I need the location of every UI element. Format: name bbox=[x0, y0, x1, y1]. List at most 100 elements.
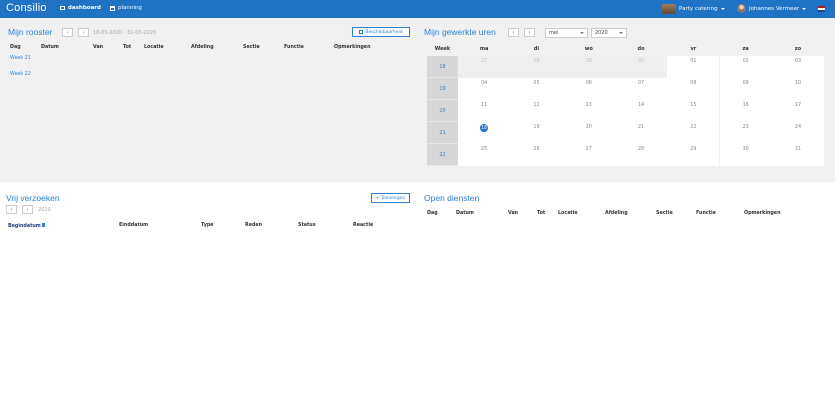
user-menu[interactable]: Johannes Vermeer bbox=[737, 4, 807, 13]
verzoeken-title: Vrij verzoeken bbox=[6, 193, 60, 203]
diensten-col-sectie: Sectie bbox=[656, 211, 673, 216]
cal-day-cell[interactable]: 13 bbox=[562, 100, 615, 122]
cal-day-number: 07 bbox=[637, 81, 645, 86]
verzoeken-col-begindatum[interactable]: Begindatum bbox=[8, 223, 45, 229]
verzoeken-col-einddatum[interactable]: Einddatum bbox=[119, 223, 148, 228]
cal-day-cell[interactable]: 09 bbox=[719, 78, 772, 100]
chevron-down-icon bbox=[802, 7, 807, 10]
verzoeken-col-reactie[interactable]: Reactie bbox=[353, 223, 373, 228]
rooster-col-dag: Dag bbox=[10, 45, 21, 50]
cal-day-number: 26 bbox=[533, 147, 540, 152]
cal-day-cell[interactable]: 26 bbox=[510, 144, 563, 166]
cal-day-header: ma bbox=[479, 46, 489, 52]
cal-day-number: 04 bbox=[481, 81, 488, 86]
cal-day-cell[interactable]: 27 bbox=[562, 144, 615, 166]
cal-day-number: 27 bbox=[481, 59, 488, 64]
cal-day-number: 27 bbox=[585, 147, 592, 152]
cal-day-number: 23 bbox=[742, 125, 749, 130]
flag-nl-icon[interactable] bbox=[818, 6, 825, 12]
rooster-next-button[interactable]: › bbox=[78, 28, 89, 37]
sort-icon bbox=[41, 223, 45, 227]
cal-day-cell[interactable]: 03 bbox=[771, 56, 825, 78]
verzoeken-col-reden[interactable]: Reden bbox=[245, 223, 262, 228]
diensten-col-afdeling: Afdeling bbox=[605, 211, 628, 216]
rooster-week-21[interactable]: Week 21 bbox=[10, 56, 31, 61]
verzoeken-col-status[interactable]: Status bbox=[298, 223, 316, 228]
year-select[interactable]: 2020 bbox=[591, 28, 627, 38]
cal-week-number[interactable]: 19 bbox=[427, 78, 458, 100]
cal-today-marker: 18 bbox=[480, 124, 489, 132]
org-label: Party catering bbox=[679, 6, 718, 12]
rooster-col-afdeling: Afdeling bbox=[191, 45, 214, 50]
cal-day-cell[interactable]: 30 bbox=[719, 144, 772, 166]
cal-day-cell[interactable]: 17 bbox=[771, 100, 825, 122]
cal-day-cell[interactable]: 04 bbox=[458, 78, 511, 100]
add-request-button[interactable]: + Toevoegen bbox=[371, 193, 410, 203]
year-value: 2020 bbox=[595, 30, 608, 36]
cal-day-number: 19 bbox=[533, 125, 540, 130]
verzoeken-next-button[interactable]: › bbox=[22, 205, 33, 214]
cal-day-cell[interactable]: 12 bbox=[510, 100, 563, 122]
cal-week-number[interactable]: 20 bbox=[427, 100, 458, 122]
rooster-week-22[interactable]: Week 22 bbox=[10, 72, 31, 77]
cal-day-number: 03 bbox=[794, 59, 801, 64]
cal-day-cell[interactable]: 20 bbox=[562, 122, 615, 144]
cal-day-number: 29 bbox=[585, 59, 592, 64]
cal-day-cell[interactable]: 28 bbox=[510, 56, 563, 78]
cal-day-cell[interactable]: 29 bbox=[667, 144, 720, 166]
chevron-down-icon bbox=[619, 32, 623, 34]
cal-day-number: 09 bbox=[742, 81, 749, 86]
diensten-col-opmerkingen: Opmerkingen bbox=[744, 211, 781, 216]
cal-day-cell[interactable]: 29 bbox=[562, 56, 615, 78]
cal-day-header: wo bbox=[584, 46, 593, 52]
month-select[interactable]: mei bbox=[545, 28, 588, 38]
org-switcher[interactable]: Party catering bbox=[662, 4, 725, 14]
cal-day-cell[interactable]: 15 bbox=[667, 100, 720, 122]
cal-day-number: 21 bbox=[637, 125, 645, 130]
cal-day-cell[interactable]: 05 bbox=[510, 78, 563, 100]
cal-day-cell[interactable]: 23 bbox=[719, 122, 772, 144]
cal-day-cell[interactable]: 01 bbox=[667, 56, 720, 78]
cal-day-cell[interactable]: 31 bbox=[771, 144, 825, 166]
cal-week-number[interactable]: 22 bbox=[427, 144, 458, 166]
cal-day-number: 30 bbox=[742, 147, 749, 152]
chevron-down-icon bbox=[720, 8, 725, 10]
cal-day-cell[interactable]: 14 bbox=[614, 100, 668, 122]
cal-day-cell[interactable]: 22 bbox=[667, 122, 720, 144]
uren-next-button[interactable]: › bbox=[524, 28, 535, 37]
cal-day-cell[interactable]: 19 bbox=[510, 122, 563, 144]
cal-day-cell[interactable]: 25 bbox=[458, 144, 511, 166]
uren-title: Mijn gewerkte uren bbox=[424, 27, 496, 37]
cal-day-cell[interactable]: 30 bbox=[614, 56, 668, 78]
cal-day-cell[interactable]: 24 bbox=[771, 122, 825, 144]
cal-week-number[interactable]: 18 bbox=[427, 56, 458, 78]
cal-day-cell[interactable]: 21 bbox=[614, 122, 668, 144]
cal-day-number: 24 bbox=[794, 125, 801, 130]
cal-day-number: 31 bbox=[794, 147, 801, 152]
org-avatar bbox=[662, 4, 676, 14]
verzoeken-prev-button[interactable]: ‹ bbox=[6, 205, 17, 214]
availability-button[interactable]: Beschikbaarheid bbox=[352, 27, 410, 37]
cal-day-header: di bbox=[533, 46, 540, 52]
cal-day-cell[interactable]: 27 bbox=[458, 56, 511, 78]
cal-day-header: za bbox=[742, 46, 749, 52]
cal-week-number[interactable]: 21 bbox=[427, 122, 458, 144]
cal-day-number: 05 bbox=[533, 81, 540, 86]
cal-day-cell[interactable]: 28 bbox=[614, 144, 668, 166]
cal-day-number: 28 bbox=[637, 147, 645, 152]
cal-day-cell[interactable]: 07 bbox=[614, 78, 668, 100]
cal-day-cell[interactable]: 10 bbox=[771, 78, 825, 100]
nav-planning[interactable]: planning bbox=[110, 5, 142, 11]
cal-day-cell[interactable]: 02 bbox=[719, 56, 772, 78]
cal-day-cell[interactable]: 06 bbox=[562, 78, 615, 100]
app-logo[interactable]: Consilio bbox=[6, 2, 47, 14]
nav-dashboard[interactable]: dashboard bbox=[60, 5, 101, 11]
cal-day-cell[interactable]: 18 bbox=[458, 122, 511, 144]
cal-day-cell[interactable]: 11 bbox=[458, 100, 511, 122]
cal-day-cell[interactable]: 16 bbox=[719, 100, 772, 122]
cal-day-cell[interactable]: 08 bbox=[667, 78, 720, 100]
verzoeken-col-type[interactable]: Type bbox=[201, 223, 214, 228]
rooster-prev-button[interactable]: ‹ bbox=[62, 28, 73, 37]
uren-prev-button[interactable]: ‹ bbox=[508, 28, 519, 37]
cal-day-number: 25 bbox=[481, 147, 488, 152]
